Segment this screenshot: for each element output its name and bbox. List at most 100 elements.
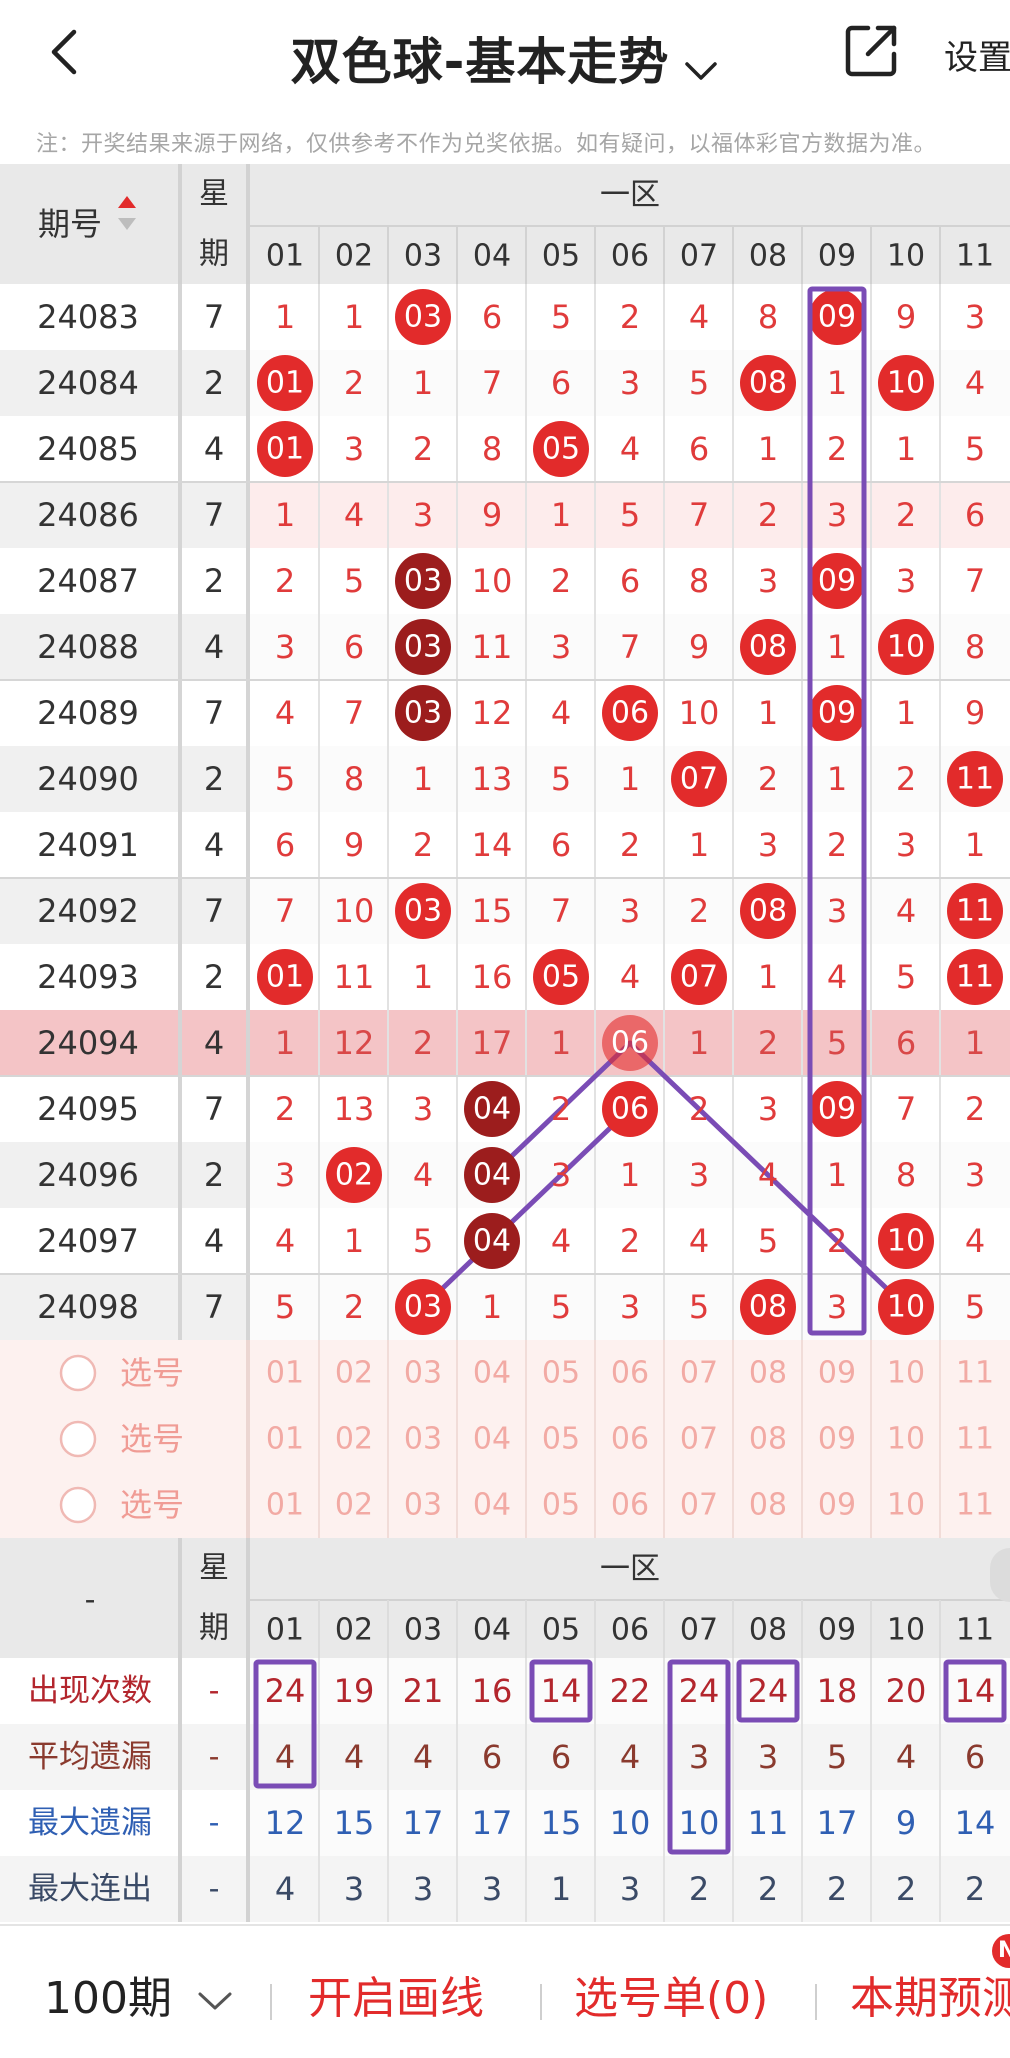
divider: [815, 1984, 817, 2020]
pick-number[interactable]: 07: [680, 1488, 718, 1523]
share-button[interactable]: [842, 22, 900, 80]
pick-number[interactable]: 08: [749, 1422, 787, 1457]
miss-count: 4: [275, 694, 295, 732]
drawn-number: 07: [680, 960, 718, 995]
drawn-number: 08: [749, 894, 787, 929]
column-number-header: 05: [542, 1613, 580, 1648]
miss-count: 1: [965, 826, 985, 864]
miss-count: 4: [275, 1222, 295, 1260]
issue-column-header[interactable]: 期号: [38, 205, 102, 243]
pick-radio[interactable]: [59, 1420, 97, 1458]
miss-count: 1: [275, 496, 295, 534]
miss-count: 6: [275, 826, 295, 864]
column-number-header: 08: [749, 239, 787, 274]
pick-number[interactable]: 08: [749, 1488, 787, 1523]
stats-value: 20: [886, 1672, 927, 1710]
chevron-down-icon: [198, 1992, 232, 2010]
stats-value: 24: [265, 1672, 306, 1710]
miss-count: 3: [896, 562, 916, 600]
stats-value: 17: [403, 1804, 444, 1842]
pick-number[interactable]: 03: [404, 1488, 442, 1523]
pick-number[interactable]: 02: [335, 1488, 373, 1523]
issue-number: 24095: [37, 1090, 139, 1128]
pick-number[interactable]: 04: [473, 1356, 511, 1391]
drawn-number: 03: [404, 630, 442, 665]
stats-row-label: 出现次数: [28, 1673, 152, 1709]
drawn-number: 03: [404, 894, 442, 929]
divider: [540, 1984, 542, 2020]
pick-number[interactable]: 04: [473, 1422, 511, 1457]
miss-count: 2: [275, 562, 295, 600]
miss-count: 1: [689, 1024, 709, 1062]
pick-number[interactable]: 07: [680, 1422, 718, 1457]
issue-number: 24084: [37, 364, 139, 402]
miss-count: 2: [827, 826, 847, 864]
miss-count: 3: [413, 1090, 433, 1128]
pick-number[interactable]: 06: [611, 1422, 649, 1457]
pick-number[interactable]: 09: [818, 1356, 856, 1391]
miss-count: 2: [620, 826, 640, 864]
miss-count: 3: [965, 1156, 985, 1194]
pick-number[interactable]: 11: [956, 1422, 994, 1457]
weekday-value: 2: [204, 364, 224, 402]
pick-row-label: 选号: [120, 1420, 184, 1458]
miss-count: 5: [758, 1222, 778, 1260]
miss-count: 13: [472, 760, 513, 798]
miss-count: 7: [482, 364, 502, 402]
pick-number[interactable]: 03: [404, 1422, 442, 1457]
drawn-number: 07: [680, 762, 718, 797]
pick-radio[interactable]: [59, 1486, 97, 1524]
miss-count: 4: [344, 496, 364, 534]
miss-count: 1: [413, 958, 433, 996]
miss-count: 4: [827, 958, 847, 996]
pick-number[interactable]: 05: [542, 1356, 580, 1391]
miss-count: 2: [551, 562, 571, 600]
stats-row-label: 平均遗漏: [28, 1739, 152, 1775]
miss-count: 8: [689, 562, 709, 600]
column-number-header: 09: [818, 239, 856, 274]
weekday-value: 4: [204, 1222, 224, 1260]
miss-count: 3: [551, 1156, 571, 1194]
pick-number[interactable]: 01: [266, 1422, 304, 1457]
column-number-header: 10: [887, 239, 925, 274]
pick-number[interactable]: 04: [473, 1488, 511, 1523]
pick-number[interactable]: 10: [887, 1422, 925, 1457]
pick-number[interactable]: 08: [749, 1356, 787, 1391]
miss-count: 2: [827, 430, 847, 468]
pick-number[interactable]: 11: [956, 1488, 994, 1523]
miss-count: 2: [413, 1024, 433, 1062]
weekday-value: -: [209, 1674, 220, 1709]
period-count-selector[interactable]: 100期: [44, 1962, 234, 2026]
pick-number[interactable]: 03: [404, 1356, 442, 1391]
pick-radio[interactable]: [59, 1354, 97, 1392]
draw-lines-button[interactable]: 开启画线: [308, 1962, 484, 2026]
miss-count: 3: [620, 892, 640, 930]
pick-number[interactable]: 10: [887, 1356, 925, 1391]
issue-number: 24083: [37, 298, 139, 336]
weekday-value: 4: [204, 430, 224, 468]
pick-number[interactable]: 10: [887, 1488, 925, 1523]
miss-count: 6: [689, 430, 709, 468]
pick-number[interactable]: 02: [335, 1422, 373, 1457]
pick-number[interactable]: 01: [266, 1356, 304, 1391]
pick-number[interactable]: 06: [611, 1356, 649, 1391]
pick-number[interactable]: 05: [542, 1422, 580, 1457]
pick-list-button[interactable]: 选号单(0): [574, 1962, 768, 2026]
prediction-button[interactable]: 本期预测: [850, 1962, 1010, 2026]
pick-number[interactable]: 09: [818, 1422, 856, 1457]
trend-grid: 期号星期一区01 02 03 04 05 06 07 08 09 10 1124083 7 1 1 03 6 5…: [0, 164, 1010, 1922]
pick-number[interactable]: 09: [818, 1488, 856, 1523]
miss-count: 2: [758, 760, 778, 798]
pick-number[interactable]: 05: [542, 1488, 580, 1523]
pick-number[interactable]: 01: [266, 1488, 304, 1523]
miss-count: 2: [551, 1090, 571, 1128]
pick-number[interactable]: 06: [611, 1488, 649, 1523]
drawn-number: 03: [404, 564, 442, 599]
pick-number[interactable]: 07: [680, 1356, 718, 1391]
pick-number[interactable]: 11: [956, 1356, 994, 1391]
pick-number[interactable]: 02: [335, 1356, 373, 1391]
miss-count: 2: [413, 430, 433, 468]
stats-label-header: -: [85, 1583, 96, 1618]
column-number-header: 10: [887, 1613, 925, 1648]
settings-button[interactable]: 设置: [944, 30, 1010, 79]
